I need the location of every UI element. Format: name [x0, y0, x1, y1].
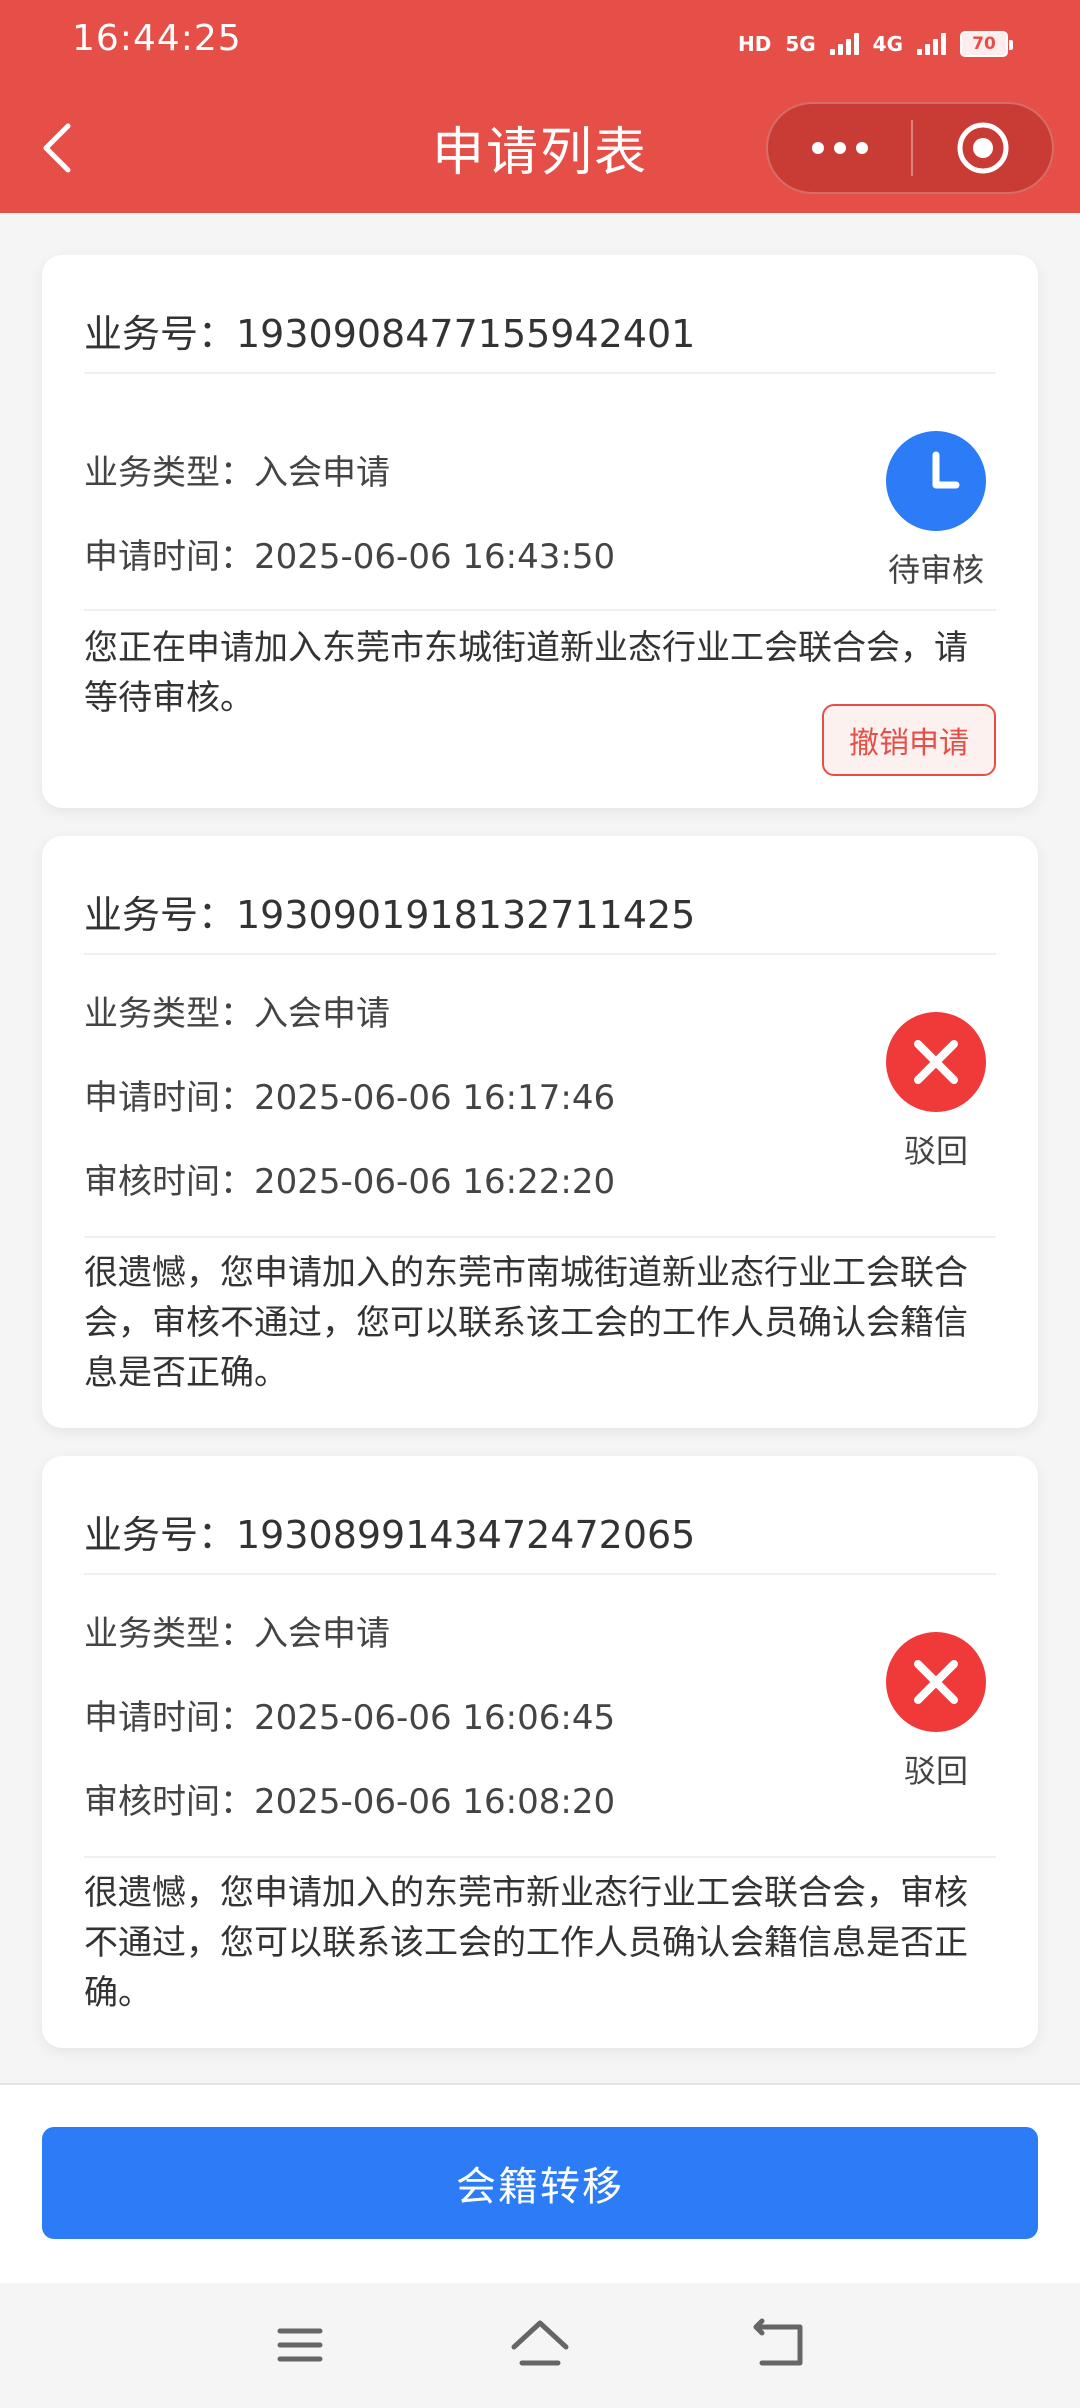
network-4g-label: 4G	[872, 32, 903, 56]
status-time: 16:44:25	[72, 18, 242, 59]
network-5g-label: 5G	[785, 32, 816, 56]
target-close-icon	[957, 122, 1008, 174]
menu-icon	[277, 2328, 323, 2362]
application-card[interactable]: 业务号：1930901918132711425 业务类型：入会申请 申请时间：2…	[42, 836, 1038, 1428]
business-number: 业务号：1930901918132711425	[84, 893, 696, 937]
back-icon	[753, 2318, 803, 2366]
status-indicator: 驳回	[876, 1632, 996, 1792]
bottom-action-bar: 会籍转移	[0, 2083, 1080, 2283]
card-message: 很遗憾，您申请加入的东莞市新业态行业工会联合会，审核不通过，您可以联系该工会的工…	[84, 1873, 968, 2013]
business-number: 业务号：1930899143472472065	[84, 1513, 696, 1557]
menu-button[interactable]	[268, 2313, 332, 2377]
more-dot	[833, 142, 846, 154]
more-dots-icon	[811, 142, 824, 154]
business-number: 业务号：1930908477155942401	[84, 312, 696, 356]
divider	[84, 372, 996, 374]
signal-5g-icon	[829, 33, 859, 55]
hd-badge: HD	[737, 32, 772, 56]
divider	[84, 953, 996, 955]
clock-icon	[886, 431, 986, 531]
apply-time: 申请时间：2025-06-06 16:43:50	[84, 537, 616, 577]
review-time: 审核时间：2025-06-06 16:22:20	[84, 1162, 616, 1202]
review-time: 审核时间：2025-06-06 16:08:20	[84, 1782, 616, 1822]
application-list[interactable]: 业务号：1930908477155942401 业务类型：入会申请 申请时间：2…	[0, 213, 1080, 2083]
battery-icon: 70	[960, 31, 1013, 57]
status-label: 驳回	[903, 1132, 968, 1170]
apply-time: 申请时间：2025-06-06 16:17:46	[84, 1078, 616, 1118]
business-type: 业务类型：入会申请	[84, 994, 390, 1034]
more-button[interactable]	[768, 104, 911, 192]
home-icon	[511, 2320, 569, 2366]
status-indicator: 待审核	[876, 431, 996, 591]
status-indicator: 驳回	[876, 1012, 996, 1172]
divider	[84, 1856, 996, 1858]
back-nav-button[interactable]	[748, 2313, 812, 2377]
system-navigation-bar	[0, 2283, 1080, 2408]
close-button[interactable]	[913, 104, 1052, 192]
membership-transfer-button[interactable]: 会籍转移	[42, 2127, 1038, 2239]
business-type: 业务类型：入会申请	[84, 453, 390, 493]
application-card[interactable]: 业务号：1930908477155942401 业务类型：入会申请 申请时间：2…	[42, 255, 1038, 808]
app-header: 16:44:25 HD 5G 4G 70 申请列表	[0, 0, 1080, 213]
cancel-application-button[interactable]: 撤销申请	[822, 704, 996, 776]
application-card[interactable]: 业务号：1930899143472472065 业务类型：入会申请 申请时间：2…	[42, 1456, 1038, 2048]
status-icons: HD 5G 4G 70	[737, 20, 1013, 68]
business-type: 业务类型：入会申请	[84, 1614, 390, 1654]
status-label: 驳回	[903, 1752, 968, 1790]
close-circle-icon	[886, 1632, 986, 1732]
divider	[84, 1573, 996, 1575]
more-dot	[855, 142, 868, 154]
apply-time: 申请时间：2025-06-06 16:06:45	[84, 1698, 616, 1738]
divider	[84, 1236, 996, 1238]
card-message: 很遗憾，您申请加入的东莞市南城街道新业态行业工会联合会，审核不通过，您可以联系该…	[84, 1253, 968, 1393]
signal-4g-icon	[917, 33, 946, 55]
mini-program-capsule	[766, 102, 1054, 194]
home-button[interactable]	[508, 2313, 572, 2377]
divider	[84, 609, 996, 611]
battery-level: 70	[972, 33, 996, 54]
close-circle-icon	[886, 1012, 986, 1112]
status-label: 待审核	[887, 551, 984, 589]
